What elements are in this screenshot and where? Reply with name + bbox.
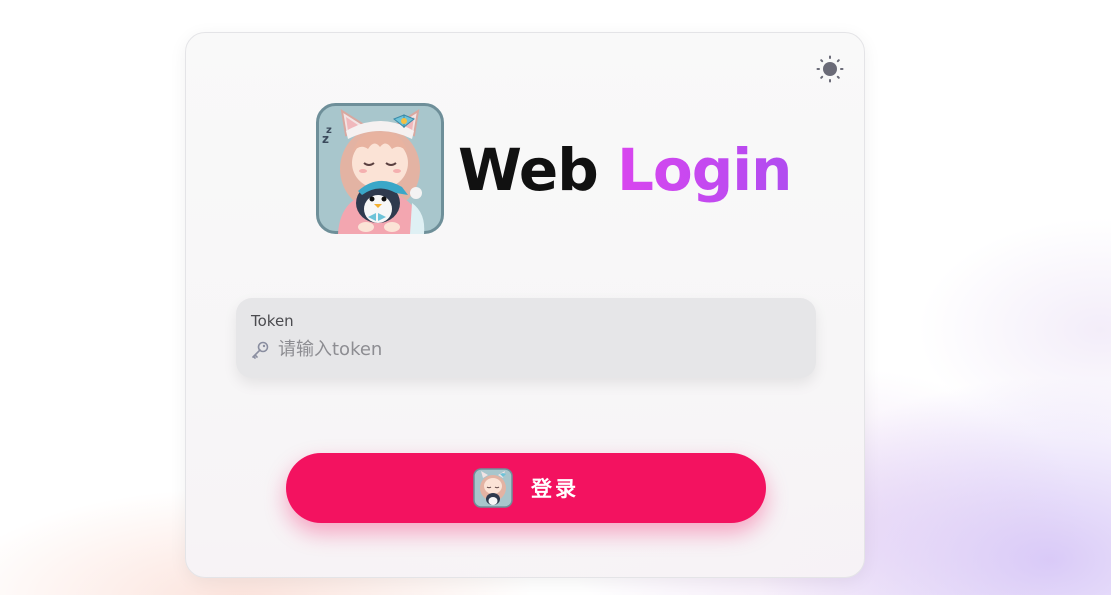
svg-text:z: z [322,132,329,146]
token-input[interactable] [278,336,798,362]
login-button-label: 登录 [531,477,579,501]
token-field[interactable]: Token [236,298,816,378]
login-card: z z Web Login Token 请输入token 登录 [185,32,865,578]
token-label: Token [251,312,294,330]
theme-toggle-button[interactable] [816,55,844,83]
key-icon [252,341,269,359]
title-word-login: Login [616,136,792,204]
page-title: Web Login [458,135,792,205]
login-button[interactable]: 登录 [286,453,766,523]
title-word-web: Web [458,136,599,204]
brand-logo: z z [316,103,444,234]
sun-icon [816,55,844,83]
avatar-icon [473,468,513,508]
sleeping-cat-girl-penguin-avatar-icon: z z [316,103,444,234]
